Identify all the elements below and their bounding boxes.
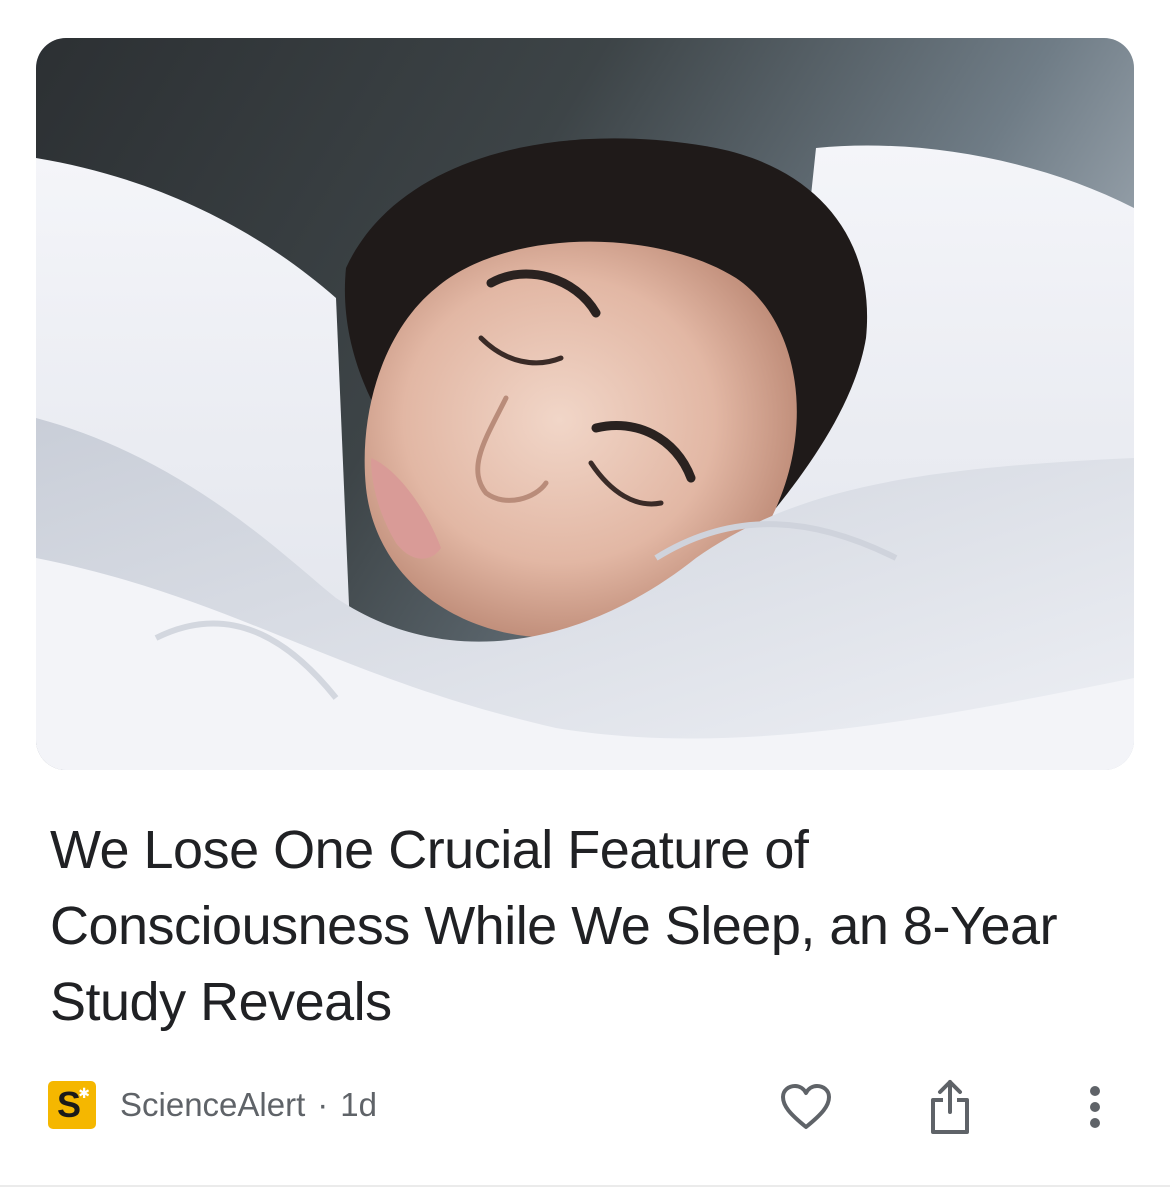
source-name[interactable]: ScienceAlert xyxy=(120,1080,305,1130)
share-icon xyxy=(931,1080,969,1134)
article-meta: S ✱ ScienceAlert · 1d xyxy=(48,1080,377,1130)
article-image[interactable] xyxy=(36,38,1134,770)
share-button[interactable] xyxy=(918,1075,982,1139)
article-headline[interactable]: We Lose One Crucial Feature of Conscious… xyxy=(50,812,1090,1040)
like-button[interactable] xyxy=(774,1075,838,1139)
news-card[interactable]: We Lose One Crucial Feature of Conscious… xyxy=(0,0,1170,1188)
spark-icon: ✱ xyxy=(78,1085,90,1101)
meta-separator: · xyxy=(317,1086,329,1123)
more-vert-icon xyxy=(1090,1086,1100,1128)
heart-icon xyxy=(781,1084,831,1129)
card-divider xyxy=(0,1185,1170,1187)
source-logo: S ✱ xyxy=(48,1081,96,1129)
article-age: 1d xyxy=(340,1086,377,1123)
more-options-button[interactable] xyxy=(1063,1075,1127,1139)
